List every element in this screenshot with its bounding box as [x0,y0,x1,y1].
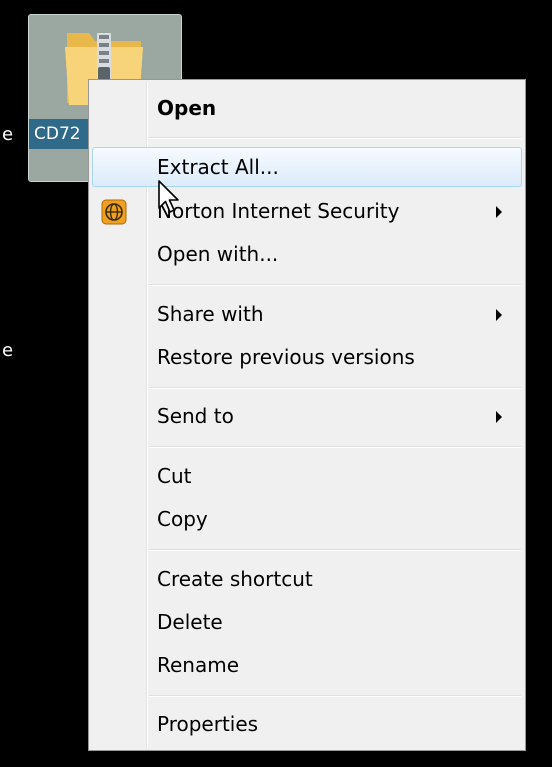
menu-item-delete[interactable]: Delete [92,602,522,642]
menu-item-label: Norton Internet Security [157,199,400,223]
menu-separator [149,137,521,139]
menu-item-label: Share with [157,302,264,326]
offscreen-icon-label[interactable]: e [2,340,13,361]
menu-item-properties[interactable]: Properties [92,704,522,744]
submenu-arrow-icon [496,309,502,321]
submenu-arrow-icon [496,206,502,218]
menu-item-share-with[interactable]: Share with [92,294,522,334]
menu-item-open-with[interactable]: Open with... [92,234,522,274]
file-name-label: CD72 [29,119,91,149]
submenu-arrow-icon [496,411,502,423]
menu-item-label: Delete [157,610,223,634]
menu-item-rename[interactable]: Rename [92,645,522,685]
menu-item-label: Properties [157,712,259,736]
menu-separator [149,387,521,389]
menu-item-label: Create shortcut [157,567,313,591]
norton-globe-icon [101,199,127,225]
menu-item-label: Rename [157,653,240,677]
mouse-pointer-icon [158,180,179,213]
menu-item-label: Send to [157,404,234,428]
menu-item-label: Open [157,96,217,120]
menu-item-extract-all[interactable]: Extract All... [92,147,522,187]
context-menu: Open Extract All... Norton Internet Secu… [88,79,526,751]
menu-item-label: Restore previous versions [157,345,415,369]
menu-item-label: Copy [157,507,208,531]
menu-item-label: Cut [157,464,192,488]
menu-item-send-to[interactable]: Send to [92,396,522,436]
menu-item-cut[interactable]: Cut [92,456,522,496]
menu-separator [149,549,521,551]
menu-item-norton-internet-security[interactable]: Norton Internet Security [92,191,522,231]
menu-separator [149,284,521,286]
menu-item-label: Open with... [157,242,279,266]
desktop: e e CD72 Open Extract All... Norton Inte… [0,0,552,767]
menu-item-restore-previous-versions[interactable]: Restore previous versions [92,337,522,377]
menu-separator [149,446,521,448]
menu-separator [149,695,521,697]
menu-item-create-shortcut[interactable]: Create shortcut [92,559,522,599]
menu-item-open[interactable]: Open [92,88,522,128]
offscreen-icon-label[interactable]: e [2,124,13,145]
menu-item-copy[interactable]: Copy [92,499,522,539]
